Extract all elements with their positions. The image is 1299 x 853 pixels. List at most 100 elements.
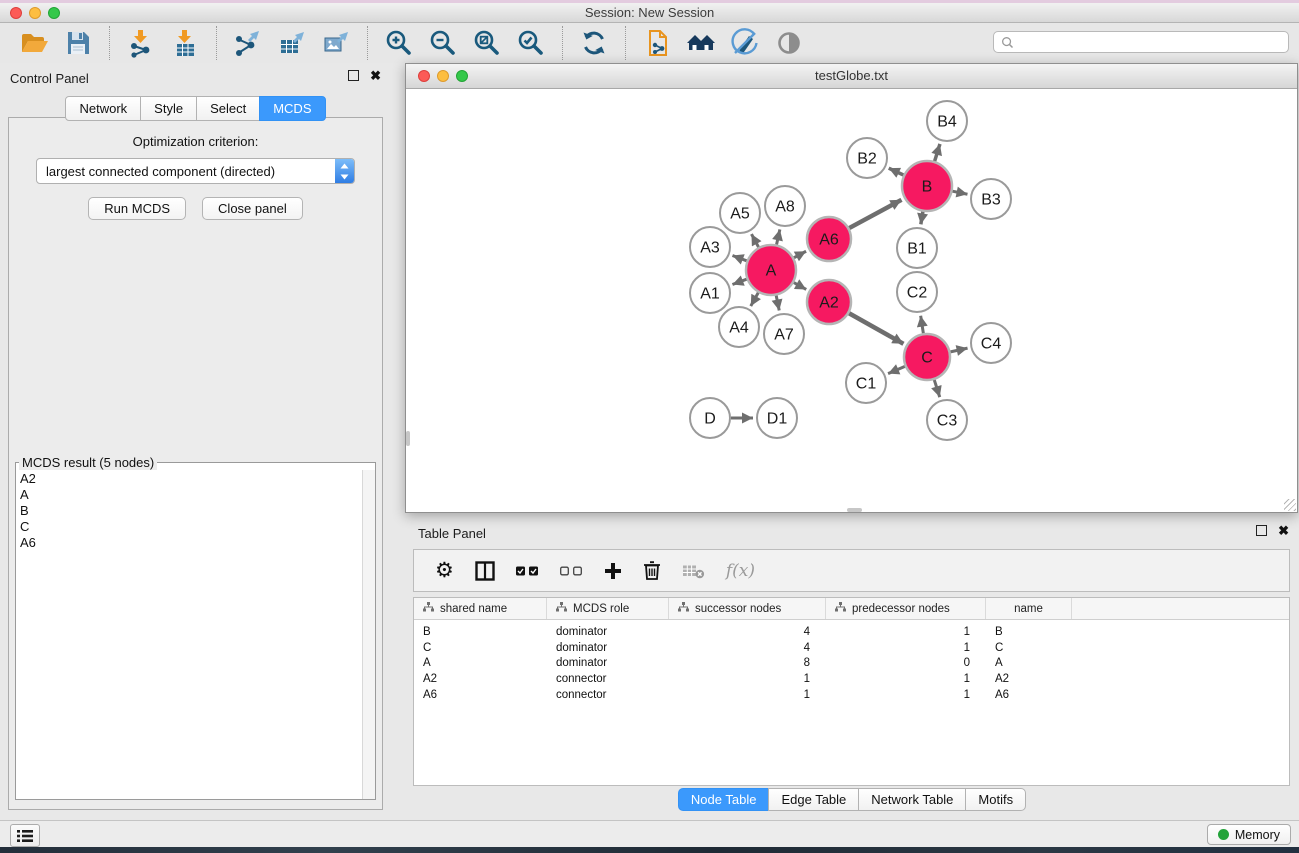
import-network-icon[interactable] xyxy=(126,28,156,58)
table-row-C[interactable]: Cdominator41C xyxy=(414,640,1289,656)
tab-style[interactable]: Style xyxy=(140,96,197,121)
graph-edge-C-C3[interactable] xyxy=(934,380,939,397)
graph-node-A2[interactable]: A2 xyxy=(807,280,851,324)
graph-node-B3[interactable]: B3 xyxy=(971,179,1011,219)
result-item[interactable]: A6 xyxy=(16,535,375,551)
table-row-A[interactable]: Adominator80A xyxy=(414,656,1289,672)
table-row-A6[interactable]: A6connector11A6 xyxy=(414,687,1289,703)
show-details-eye-icon[interactable] xyxy=(774,28,804,58)
export-table-icon[interactable] xyxy=(277,28,307,58)
task-history-button[interactable] xyxy=(10,824,40,847)
deselect-all-columns-icon[interactable] xyxy=(560,566,583,576)
graph-node-A7[interactable]: A7 xyxy=(764,314,804,354)
tab-network-table[interactable]: Network Table xyxy=(858,788,966,811)
graph-node-D[interactable]: D xyxy=(690,398,730,438)
table-cell[interactable]: 1 xyxy=(826,626,986,638)
table-cell[interactable]: 1 xyxy=(826,689,986,701)
table-cell[interactable]: 4 xyxy=(669,626,826,638)
zoom-out-icon[interactable] xyxy=(428,28,458,58)
graph-node-B2[interactable]: B2 xyxy=(847,138,887,178)
close-panel-icon[interactable]: ✖ xyxy=(370,71,381,81)
table-cell[interactable]: connector xyxy=(547,673,669,685)
tab-mcds[interactable]: MCDS xyxy=(259,96,325,121)
graph-edge-C-C1[interactable] xyxy=(888,366,905,373)
minimize-window-button[interactable] xyxy=(29,7,41,19)
result-item[interactable]: A2 xyxy=(16,471,375,487)
graph-node-C3[interactable]: C3 xyxy=(927,400,967,440)
table-row-A2[interactable]: A2connector11A2 xyxy=(414,671,1289,687)
graph-edge-A-A4[interactable] xyxy=(751,293,759,306)
result-scrollbar[interactable] xyxy=(362,470,375,799)
horizontal-scrollbar-thumb[interactable] xyxy=(847,508,862,512)
result-item[interactable]: B xyxy=(16,503,375,519)
graph-node-A8[interactable]: A8 xyxy=(765,186,805,226)
tab-motifs[interactable]: Motifs xyxy=(965,788,1026,811)
result-item[interactable]: A xyxy=(16,487,375,503)
memory-button[interactable]: Memory xyxy=(1207,824,1291,845)
graph-node-C[interactable]: C xyxy=(904,334,950,380)
graph-edge-A-A7[interactable] xyxy=(776,295,779,310)
zoom-selected-icon[interactable] xyxy=(516,28,546,58)
network-canvas[interactable]: B4B2BB3A8A5A6B1A3AC2A1A2A4A7C4CC1C3DD1 xyxy=(406,89,1297,512)
graph-node-A1[interactable]: A1 xyxy=(690,273,730,313)
column-header-name[interactable]: name xyxy=(986,598,1072,619)
delete-table-icon[interactable] xyxy=(682,563,705,579)
delete-row-trash-icon[interactable] xyxy=(643,560,661,581)
table-cell[interactable]: 0 xyxy=(826,657,986,669)
table-cell[interactable]: 1 xyxy=(669,673,826,685)
zoom-fit-icon[interactable] xyxy=(472,28,502,58)
search-input[interactable] xyxy=(1018,34,1288,50)
resize-grip[interactable] xyxy=(1284,499,1296,511)
table-cell[interactable]: 8 xyxy=(669,657,826,669)
home-icon[interactable] xyxy=(686,28,716,58)
graph-edge-B-B1[interactable] xyxy=(921,212,923,225)
table-cell[interactable]: 4 xyxy=(669,642,826,654)
network-minimize-button[interactable] xyxy=(437,70,449,82)
tab-node-table[interactable]: Node Table xyxy=(678,788,770,811)
graph-node-C1[interactable]: C1 xyxy=(846,363,886,403)
table-cell[interactable]: A2 xyxy=(414,673,547,685)
graph-node-C4[interactable]: C4 xyxy=(971,323,1011,363)
graph-node-A4[interactable]: A4 xyxy=(719,307,759,347)
graph-node-A[interactable]: A xyxy=(746,245,796,295)
column-header-successor-nodes[interactable]: successor nodes xyxy=(669,598,826,619)
graph-edge-A2-C[interactable] xyxy=(849,313,903,344)
table-cell[interactable]: A xyxy=(414,657,547,669)
graph-node-A3[interactable]: A3 xyxy=(690,227,730,267)
vertical-scrollbar-thumb[interactable] xyxy=(406,431,410,446)
column-header-shared-name[interactable]: shared name xyxy=(414,598,547,619)
float-panel-icon[interactable] xyxy=(348,70,359,81)
save-session-icon[interactable] xyxy=(63,28,93,58)
graph-edge-C-C4[interactable] xyxy=(950,348,967,352)
graph-node-B[interactable]: B xyxy=(902,161,952,211)
search-box[interactable] xyxy=(993,31,1289,53)
split-columns-icon[interactable] xyxy=(475,561,495,581)
graph-edge-A-A3[interactable] xyxy=(732,255,746,260)
table-cell[interactable]: A6 xyxy=(414,689,547,701)
import-table-icon[interactable] xyxy=(170,28,200,58)
export-image-icon[interactable] xyxy=(321,28,351,58)
graph-edge-A-A6[interactable] xyxy=(794,251,806,257)
table-cell[interactable]: B xyxy=(414,626,547,638)
table-cell[interactable]: A6 xyxy=(986,689,1072,701)
tab-network[interactable]: Network xyxy=(65,96,141,121)
graph-node-B1[interactable]: B1 xyxy=(897,228,937,268)
close-panel-button[interactable]: Close panel xyxy=(202,197,303,220)
zoom-window-button[interactable] xyxy=(48,7,60,19)
graph-node-A5[interactable]: A5 xyxy=(720,193,760,233)
column-header-predecessor-nodes[interactable]: predecessor nodes xyxy=(826,598,986,619)
tab-edge-table[interactable]: Edge Table xyxy=(768,788,859,811)
graph-edge-B-B4[interactable] xyxy=(935,144,940,161)
table-cell[interactable]: C xyxy=(414,642,547,654)
run-mcds-button[interactable]: Run MCDS xyxy=(88,197,186,220)
result-item[interactable]: C xyxy=(16,519,375,535)
network-zoom-button[interactable] xyxy=(456,70,468,82)
column-header-mcds-role[interactable]: MCDS role xyxy=(547,598,669,619)
table-settings-gear-icon[interactable]: ⚙ xyxy=(435,561,454,581)
float-table-panel-icon[interactable] xyxy=(1256,525,1267,536)
clone-network-icon[interactable] xyxy=(642,28,672,58)
open-file-icon[interactable] xyxy=(19,28,49,58)
graph-edge-A-A5[interactable] xyxy=(751,234,758,247)
add-row-icon[interactable] xyxy=(604,562,622,580)
table-cell[interactable]: dominator xyxy=(547,642,669,654)
